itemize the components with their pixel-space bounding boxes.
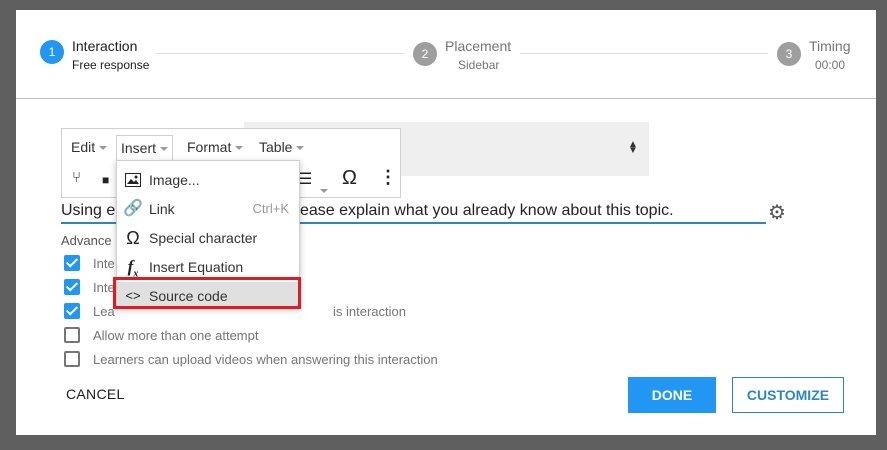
option-label: Lea <box>93 304 115 319</box>
done-button[interactable]: DONE <box>628 377 716 413</box>
option-label: Learners can upload videos when answerin… <box>93 352 438 367</box>
step-number: 3 <box>777 42 801 66</box>
option-label-right: is interaction <box>333 304 406 319</box>
checkbox-checked[interactable] <box>64 255 80 271</box>
select-arrows-icon: ▲ ▼ <box>628 139 638 156</box>
step-subtitle: Free response <box>72 58 150 72</box>
caret-down-icon <box>99 146 108 151</box>
option-label: Inte <box>93 280 115 295</box>
checkbox-unchecked[interactable] <box>64 351 80 367</box>
caret-down-icon <box>160 147 169 152</box>
omega-icon: Ω <box>126 228 140 248</box>
caret-down-icon <box>235 146 244 151</box>
menu-table-label: Table <box>259 139 293 155</box>
caret-down-icon <box>296 146 305 151</box>
option-label: Allow more than one attempt <box>93 328 259 343</box>
step-subtitle: Sidebar <box>458 58 500 72</box>
fork-icon[interactable]: ⑂ <box>72 169 81 186</box>
list-icon[interactable]: ☰ <box>298 169 312 189</box>
editor-text-left[interactable]: Using e <box>61 202 115 220</box>
interaction-dialog: 1 Interaction Free response 2 Placement … <box>16 10 876 435</box>
option-label: Inte <box>93 256 115 271</box>
menu-table[interactable]: Table <box>255 135 308 159</box>
menu-insert-label: Insert <box>121 140 157 156</box>
step-number: 2 <box>413 42 437 66</box>
step-title: Interaction <box>72 38 138 54</box>
video-icon[interactable]: ■ <box>102 173 109 187</box>
advanced-label: Advance <box>61 233 112 248</box>
step-title: Timing <box>809 38 851 54</box>
menu-edit[interactable]: Edit <box>67 135 111 159</box>
menu-format-label: Format <box>187 139 232 155</box>
caret-down-icon[interactable] <box>320 177 328 198</box>
editor-text-right[interactable]: ease explain what you already know about… <box>300 202 674 220</box>
menu-item-label: Special character <box>149 230 258 246</box>
omega-icon[interactable]: Ω <box>342 167 357 190</box>
gear-icon[interactable]: ⚙ <box>768 200 786 225</box>
stepper: 1 Interaction Free response 2 Placement … <box>16 10 876 99</box>
customize-button[interactable]: CUSTOMIZE <box>732 377 844 413</box>
step-subtitle: 00:00 <box>815 58 846 72</box>
menu-insert[interactable]: Insert <box>116 135 174 163</box>
checkbox-checked[interactable] <box>64 279 80 295</box>
editor-menubar: Edit Insert Format Table <box>62 129 400 163</box>
image-icon <box>123 166 143 194</box>
step-title: Placement <box>445 38 512 54</box>
menu-item-label: Image... <box>149 172 200 188</box>
more-icon[interactable]: ⋮ <box>379 167 397 188</box>
checkbox-unchecked[interactable] <box>64 327 80 343</box>
step-number: 1 <box>40 40 64 64</box>
menu-item-special-character[interactable]: Ω Special character <box>117 224 299 252</box>
step-connector <box>156 53 404 54</box>
highlight-box <box>113 277 301 309</box>
menu-item-shortcut: Ctrl+K <box>252 201 289 216</box>
link-icon: 🔗 <box>123 200 143 217</box>
menu-format[interactable]: Format <box>183 135 247 159</box>
step-connector <box>520 53 768 54</box>
menu-item-image[interactable]: Image... <box>117 166 299 194</box>
menu-item-label: Link <box>149 201 175 217</box>
checkbox-checked[interactable] <box>64 303 80 319</box>
cancel-button[interactable]: CANCEL <box>66 386 125 402</box>
menu-edit-label: Edit <box>71 139 96 155</box>
menu-item-link[interactable]: 🔗 Link Ctrl+K <box>117 195 299 223</box>
